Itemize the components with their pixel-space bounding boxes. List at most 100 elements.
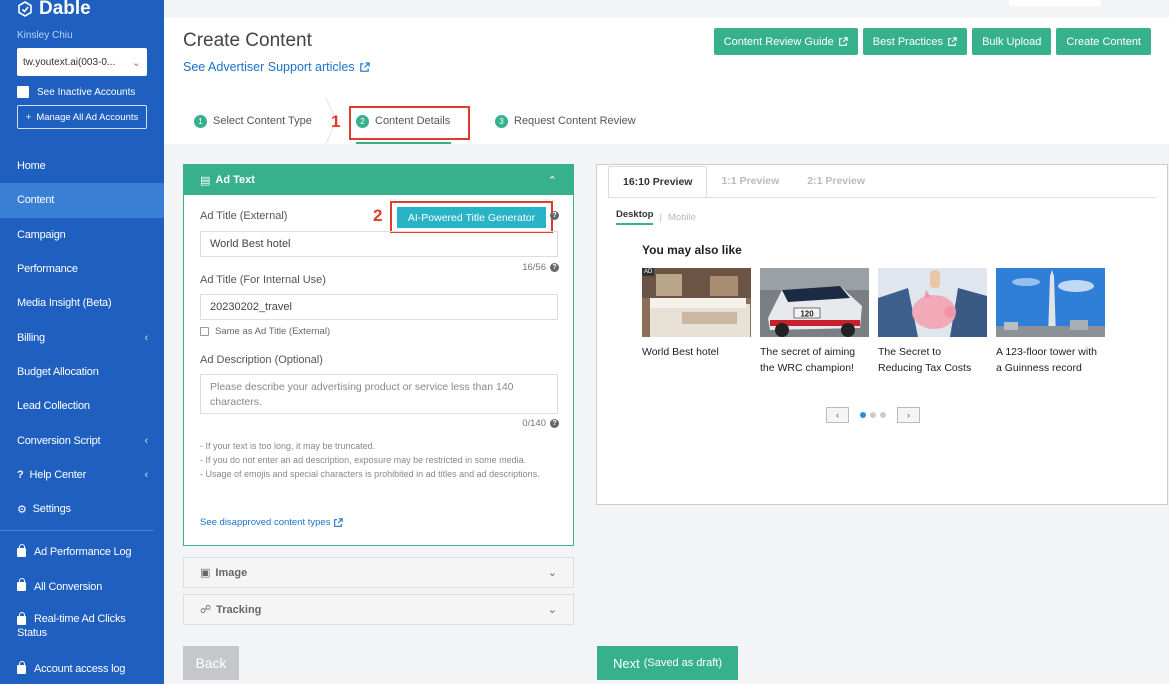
sidebar-item-label: Campaign bbox=[17, 228, 66, 241]
sidebar-item-lead-collection[interactable]: Lead Collection bbox=[0, 389, 164, 423]
ad-description-label: Ad Description (Optional) bbox=[200, 354, 323, 366]
sidebar-item-conversion-script[interactable]: Conversion Script ‹ bbox=[0, 423, 164, 457]
tracking-section[interactable]: ☍ Tracking ⌄ bbox=[183, 594, 574, 625]
step-select-content-type[interactable]: 1 Select Content Type bbox=[194, 98, 312, 144]
carousel-dots bbox=[860, 412, 886, 418]
preview-card[interactable]: A 123-floor tower with a Guinness record bbox=[996, 268, 1105, 376]
sidebar-item-label: Help Center bbox=[29, 468, 87, 481]
ad-title-internal-label: Ad Title (For Internal Use) bbox=[200, 274, 326, 286]
help-icon[interactable]: ? bbox=[550, 211, 559, 220]
top-bar-field[interactable] bbox=[1009, 0, 1101, 6]
same-as-checkbox[interactable] bbox=[200, 327, 209, 336]
tracking-icon: ☍ bbox=[200, 604, 212, 616]
ad-badge: AD bbox=[642, 268, 655, 276]
ad-text-header[interactable]: ▤ Ad Text ⌃ bbox=[184, 165, 573, 195]
ad-title-external-input[interactable]: World Best hotel bbox=[200, 231, 558, 257]
sidebar-item-billing[interactable]: Billing ‹ bbox=[0, 320, 164, 354]
image-section[interactable]: ▣ Image ⌄ bbox=[183, 557, 574, 588]
tab-1-1-preview[interactable]: 1:1 Preview bbox=[707, 165, 793, 197]
button-label: Bulk Upload bbox=[982, 35, 1042, 48]
hint-line: - Usage of emojis and special characters… bbox=[200, 469, 540, 479]
ad-description-textarea[interactable]: Please describe your advertising product… bbox=[200, 374, 558, 414]
sidebar: Dable Kinsley Chiu tw.youtext.ai(003-0..… bbox=[0, 0, 164, 684]
preview-card[interactable]: AD World Best hotel bbox=[642, 268, 751, 376]
step-number: 1 bbox=[194, 114, 207, 128]
sidebar-item-performance[interactable]: Performance bbox=[0, 252, 164, 286]
content-review-guide-button[interactable]: Content Review Guide bbox=[713, 28, 858, 55]
preview-cards: AD World Best hotel 120 The secret of ai… bbox=[642, 268, 1105, 376]
sidebar-item-all-conversion[interactable]: All Conversion bbox=[0, 570, 164, 604]
inactive-checkbox[interactable] bbox=[17, 86, 29, 98]
piggy-bank-image bbox=[878, 268, 987, 337]
carousel-dot[interactable] bbox=[860, 412, 866, 418]
bulk-upload-button[interactable]: Bulk Upload bbox=[972, 28, 1052, 55]
section-title: Tracking bbox=[216, 603, 262, 616]
sidebar-item-budget-allocation[interactable]: Budget Allocation bbox=[0, 355, 164, 389]
sidebar-item-media-insight[interactable]: Media Insight (Beta) bbox=[0, 286, 164, 320]
support-articles-link[interactable]: See Advertiser Support articles bbox=[183, 60, 370, 74]
sidebar-item-settings[interactable]: ⚙ Settings bbox=[0, 492, 164, 526]
sidebar-item-ad-performance-log[interactable]: Ad Performance Log bbox=[0, 535, 164, 569]
create-content-button[interactable]: Create Content bbox=[1056, 28, 1151, 55]
card-title: A 123-floor tower with a Guinness record bbox=[996, 346, 1097, 374]
ad-text-hints: - If your text is too long, it may be tr… bbox=[200, 439, 550, 481]
question-icon: ? bbox=[17, 468, 24, 481]
preview-card[interactable]: 120 The secret of aiming the WRC champio… bbox=[760, 268, 869, 376]
car-number-text: 120 bbox=[800, 310, 814, 319]
header-actions: Content Review Guide Best Practices Bulk… bbox=[713, 28, 1151, 55]
page-header: Create Content See Advertiser Support ar… bbox=[164, 18, 1169, 98]
lock-icon bbox=[17, 543, 26, 557]
chevron-left-icon: ‹ bbox=[144, 468, 149, 481]
carousel-dot[interactable] bbox=[880, 412, 886, 418]
help-icon[interactable]: ? bbox=[550, 419, 559, 428]
disapproved-content-link[interactable]: See disapproved content types bbox=[200, 517, 344, 528]
step-request-content-review[interactable]: 3 Request Content Review bbox=[495, 98, 636, 144]
help-icon[interactable]: ? bbox=[550, 263, 559, 272]
sidebar-item-account-access-log[interactable]: Account access log bbox=[0, 652, 164, 684]
back-button[interactable]: Back bbox=[183, 646, 239, 680]
sidebar-item-realtime-ad-clicks[interactable]: Real-time Ad Clicks Status bbox=[0, 604, 164, 652]
sidebar-item-home[interactable]: Home bbox=[0, 149, 164, 183]
next-button[interactable]: Next (Saved as draft) bbox=[597, 646, 738, 680]
tower-image bbox=[996, 268, 1105, 337]
annotation-label-2: 2 bbox=[373, 206, 383, 225]
sidebar-item-help-center[interactable]: ? Help Center ‹ bbox=[0, 458, 164, 492]
chevron-up-icon[interactable]: ⌃ bbox=[548, 174, 557, 187]
best-practices-button[interactable]: Best Practices bbox=[862, 28, 968, 55]
tab-desktop[interactable]: Desktop bbox=[616, 209, 654, 225]
chevron-left-icon[interactable]: ‹ bbox=[826, 407, 849, 423]
preview-panel: 16:10 Preview 1:1 Preview 2:1 Preview De… bbox=[596, 164, 1168, 505]
lock-icon bbox=[17, 660, 26, 674]
external-link-icon bbox=[838, 36, 848, 46]
annotation-box-2 bbox=[390, 201, 553, 233]
sidebar-divider bbox=[0, 530, 154, 532]
main-content: Create Content See Advertiser Support ar… bbox=[164, 0, 1169, 684]
ad-title-internal-input[interactable]: 20230202_travel bbox=[200, 294, 558, 320]
manage-accounts-button[interactable]: + Manage All Ad Accounts bbox=[17, 105, 147, 129]
sidebar-item-content[interactable]: Content bbox=[0, 183, 164, 218]
see-inactive-accounts[interactable]: See Inactive Accounts bbox=[17, 86, 147, 98]
section-title: Image bbox=[215, 566, 248, 579]
account-select[interactable]: tw.youtext.ai(003-0... ⌄ bbox=[17, 48, 147, 76]
chevron-right-icon[interactable]: › bbox=[897, 407, 920, 423]
brand-logo[interactable]: Dable bbox=[0, 0, 164, 20]
carousel-dot[interactable] bbox=[870, 412, 876, 418]
card-title: The secret of aiming the WRC champion! bbox=[760, 346, 856, 374]
sidebar-item-campaign[interactable]: Campaign bbox=[0, 218, 164, 252]
tab-2-1-preview[interactable]: 2:1 Preview bbox=[793, 165, 879, 197]
brand-name: Dable bbox=[39, 0, 91, 19]
annotation-box-1 bbox=[349, 106, 470, 140]
tab-16-10-preview[interactable]: 16:10 Preview bbox=[608, 166, 708, 198]
same-as-external-option[interactable]: Same as Ad Title (External) bbox=[200, 326, 330, 337]
tab-mobile[interactable]: Mobile bbox=[668, 212, 696, 223]
step-progress: 1 Select Content Type 2 Content Details … bbox=[164, 98, 1169, 144]
same-as-label: Same as Ad Title (External) bbox=[215, 326, 331, 337]
external-link-icon bbox=[334, 517, 344, 527]
preview-card[interactable]: The Secret to Reducing Tax Costs bbox=[878, 268, 987, 376]
sidebar-nav: Home Content Campaign Performance Media … bbox=[0, 149, 164, 684]
device-tab-separator: | bbox=[659, 211, 662, 223]
button-label: Content Review Guide bbox=[723, 35, 834, 48]
support-articles-label: See Advertiser Support articles bbox=[183, 60, 355, 74]
sidebar-item-label: Lead Collection bbox=[17, 400, 90, 413]
sidebar-item-label: Content bbox=[17, 194, 55, 207]
